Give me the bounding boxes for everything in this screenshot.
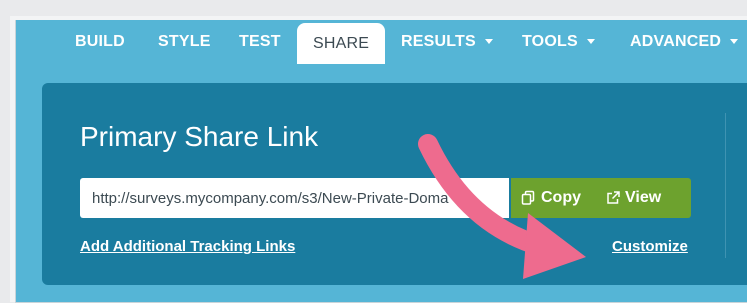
caret-down-icon — [586, 39, 595, 45]
tab-style[interactable]: STYLE — [158, 20, 211, 64]
primary-share-panel: Primary Share Link Copy View Add Additio… — [42, 83, 747, 285]
tab-share[interactable]: SHARE — [297, 23, 386, 64]
view-button[interactable]: View — [605, 178, 661, 218]
caret-down-icon — [484, 39, 493, 45]
tab-test[interactable]: TEST — [239, 20, 281, 64]
share-url-field[interactable] — [80, 178, 509, 218]
copy-button[interactable]: Copy — [521, 178, 581, 218]
tab-tools[interactable]: TOOLS — [522, 20, 595, 64]
customize-link[interactable]: Customize — [612, 238, 688, 255]
tab-advanced[interactable]: ADVANCED — [630, 20, 739, 64]
tab-label: ADVANCED — [630, 33, 722, 50]
add-tracking-links-link[interactable]: Add Additional Tracking Links — [80, 238, 295, 255]
copy-label: Copy — [541, 189, 581, 206]
panel-title: Primary Share Link — [80, 121, 319, 152]
panel-divider — [725, 113, 726, 258]
view-label: View — [625, 189, 662, 206]
tab-label: BUILD — [75, 33, 125, 50]
top-nav: BUILD STYLE TEST SHARE RESULTS TOOLS ADV… — [15, 20, 747, 64]
caret-down-icon — [730, 39, 739, 45]
share-actions: Copy View — [511, 178, 691, 218]
tab-label: TEST — [239, 33, 281, 50]
tab-label: SHARE — [313, 35, 370, 52]
tab-label: RESULTS — [401, 33, 476, 50]
copy-icon — [521, 190, 535, 205]
tab-label: STYLE — [158, 33, 211, 50]
tab-build[interactable]: BUILD — [75, 20, 125, 64]
external-link-icon — [607, 191, 620, 204]
share-url-input[interactable] — [80, 178, 509, 218]
tab-label: TOOLS — [522, 33, 578, 50]
tab-results[interactable]: RESULTS — [401, 20, 493, 64]
